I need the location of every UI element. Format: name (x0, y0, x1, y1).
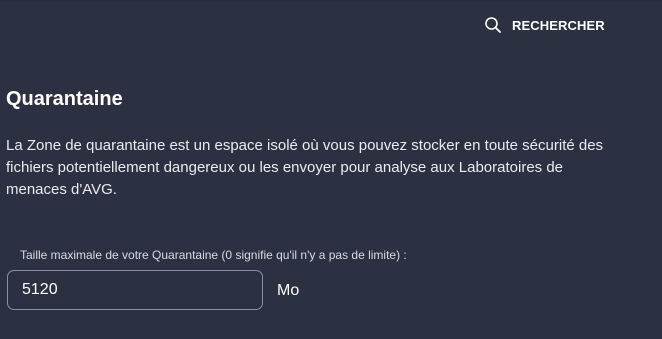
page-description: La Zone de quarantaine est un espace iso… (6, 137, 604, 198)
max-size-input[interactable] (7, 270, 263, 310)
search-icon (484, 16, 502, 34)
max-size-label: Taille maximale de votre Quarantaine (0 … (20, 248, 407, 262)
unit-label: Mo (277, 282, 300, 299)
search-button[interactable]: RECHERCHER (484, 16, 605, 34)
page-title: Quarantaine (6, 88, 123, 110)
top-edge-divider (0, 0, 662, 2)
search-label: RECHERCHER (512, 17, 605, 33)
